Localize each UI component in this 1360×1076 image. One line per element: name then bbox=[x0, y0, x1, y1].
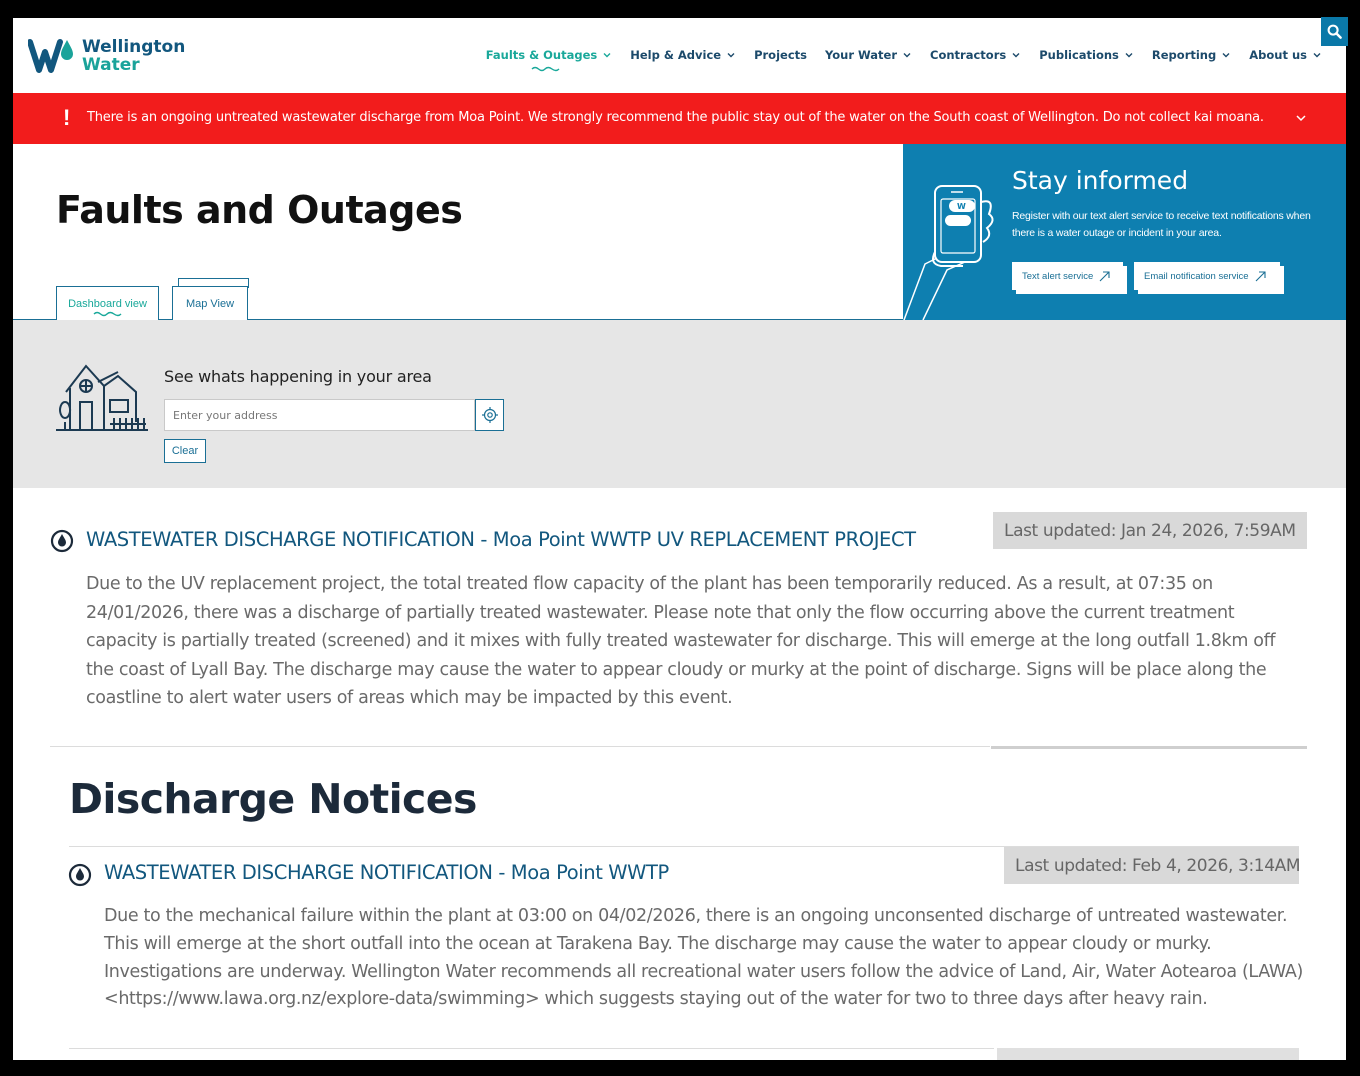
active-wave-icon bbox=[531, 66, 560, 72]
section-title: Discharge Notices bbox=[69, 775, 477, 823]
chevron-down-icon bbox=[603, 53, 611, 58]
water-drop-icon bbox=[50, 529, 74, 553]
tab-label: Dashboard view bbox=[68, 298, 147, 310]
nav-projects[interactable]: Projects bbox=[754, 48, 807, 62]
search-icon bbox=[1327, 24, 1342, 39]
chevron-down-icon bbox=[1125, 53, 1133, 58]
locate-me-button[interactable] bbox=[475, 399, 504, 431]
address-input[interactable] bbox=[164, 399, 475, 431]
main-nav: Faults & Outages Help & Advice Projects … bbox=[485, 48, 1322, 72]
chevron-down-icon bbox=[1313, 53, 1321, 58]
nav-reporting[interactable]: Reporting bbox=[1152, 48, 1231, 62]
notice-body: Due to the mechanical failure within the… bbox=[104, 906, 1303, 1010]
svg-text:W: W bbox=[957, 202, 966, 211]
stay-informed-title: Stay informed bbox=[1012, 166, 1189, 195]
nav-label: Publications bbox=[1039, 48, 1119, 62]
nav-label: Your Water bbox=[824, 48, 898, 62]
active-wave-icon bbox=[93, 311, 122, 317]
tab-label: Map View bbox=[185, 298, 235, 310]
alert-text: There is an ongoing untreated wastewater… bbox=[87, 110, 1264, 125]
chevron-down-icon bbox=[727, 53, 735, 58]
nav-help-advice[interactable]: Help & Advice bbox=[630, 48, 736, 62]
logo-line-1: Wellington bbox=[82, 37, 186, 57]
nav-your-water[interactable]: Your Water bbox=[825, 48, 912, 62]
chevron-down-icon[interactable] bbox=[1294, 111, 1308, 125]
search-heading: See whats happening in your area bbox=[164, 367, 432, 386]
button-label: Text alert service bbox=[1022, 270, 1094, 282]
nav-label: Contractors bbox=[930, 48, 1007, 62]
house-icon bbox=[56, 364, 148, 431]
exclamation-icon: ! bbox=[63, 105, 71, 130]
wellington-water-logo[interactable]: Wellington Water bbox=[28, 36, 185, 76]
notice-title[interactable]: WASTEWATER DISCHARGE NOTIFICATION - Moa … bbox=[86, 528, 916, 551]
search-button[interactable] bbox=[1321, 17, 1348, 46]
crosshair-icon bbox=[481, 407, 498, 423]
water-drop-logo-icon bbox=[28, 39, 73, 73]
nav-publications[interactable]: Publications bbox=[1039, 48, 1134, 62]
water-drop-icon bbox=[68, 863, 92, 887]
email-notification-service-button[interactable]: Email notification service bbox=[1134, 262, 1280, 290]
divider bbox=[69, 1048, 994, 1049]
nav-about-us[interactable]: About us bbox=[1249, 48, 1322, 62]
logo-text: Wellington Water bbox=[82, 38, 185, 74]
nav-label: Help & Advice bbox=[630, 48, 722, 62]
divider bbox=[997, 1048, 1299, 1060]
nav-contractors[interactable]: Contractors bbox=[930, 48, 1021, 62]
last-updated-badge: Last updated: Feb 4, 2026, 3:14AM bbox=[1004, 847, 1301, 884]
divider bbox=[991, 746, 1307, 749]
logo-line-2: Water bbox=[82, 55, 140, 75]
nav-label: Faults & Outages bbox=[485, 48, 598, 62]
page: Wellington Water Faults & Outages Help &… bbox=[13, 18, 1346, 1060]
stay-informed-body: Register with our text alert service to … bbox=[1012, 210, 1311, 239]
nav-label: Projects bbox=[754, 48, 807, 62]
notice-body: Due to the UV replacement project, the t… bbox=[86, 574, 1276, 708]
external-arrow-icon bbox=[1255, 270, 1266, 281]
notice-title[interactable]: WASTEWATER DISCHARGE NOTIFICATION - Moa … bbox=[104, 861, 669, 884]
page-title: Faults and Outages bbox=[56, 188, 463, 232]
clear-button[interactable]: Clear bbox=[164, 439, 206, 463]
button-label: Email notification service bbox=[1144, 270, 1249, 282]
hero-section: Faults and Outages Dashboard view Map Vi… bbox=[13, 144, 903, 321]
stay-informed-panel: W Stay informed Register with our text a… bbox=[903, 144, 1346, 320]
nav-faults-outages[interactable]: Faults & Outages bbox=[485, 48, 613, 72]
external-arrow-icon bbox=[1099, 270, 1110, 281]
phone-hand-illustration-icon: W bbox=[903, 185, 994, 320]
text-alert-service-button[interactable]: Text alert service bbox=[1012, 262, 1123, 290]
site-header: Wellington Water Faults & Outages Help &… bbox=[13, 18, 1346, 93]
nav-label: About us bbox=[1249, 48, 1307, 62]
tab-map-view[interactable]: Map View bbox=[172, 286, 248, 321]
chevron-down-icon bbox=[1222, 53, 1230, 58]
last-updated-badge: Last updated: Jan 24, 2026, 7:59AM bbox=[993, 512, 1307, 549]
chevron-down-icon bbox=[1012, 53, 1020, 58]
alert-banner: ! There is an ongoing untreated wastewat… bbox=[13, 93, 1346, 144]
chevron-down-icon bbox=[903, 53, 911, 58]
divider bbox=[50, 746, 990, 747]
area-search-section: See whats happening in your area Clear bbox=[13, 320, 1346, 488]
tab-dashboard-view[interactable]: Dashboard view bbox=[56, 286, 159, 321]
nav-label: Reporting bbox=[1151, 48, 1217, 62]
